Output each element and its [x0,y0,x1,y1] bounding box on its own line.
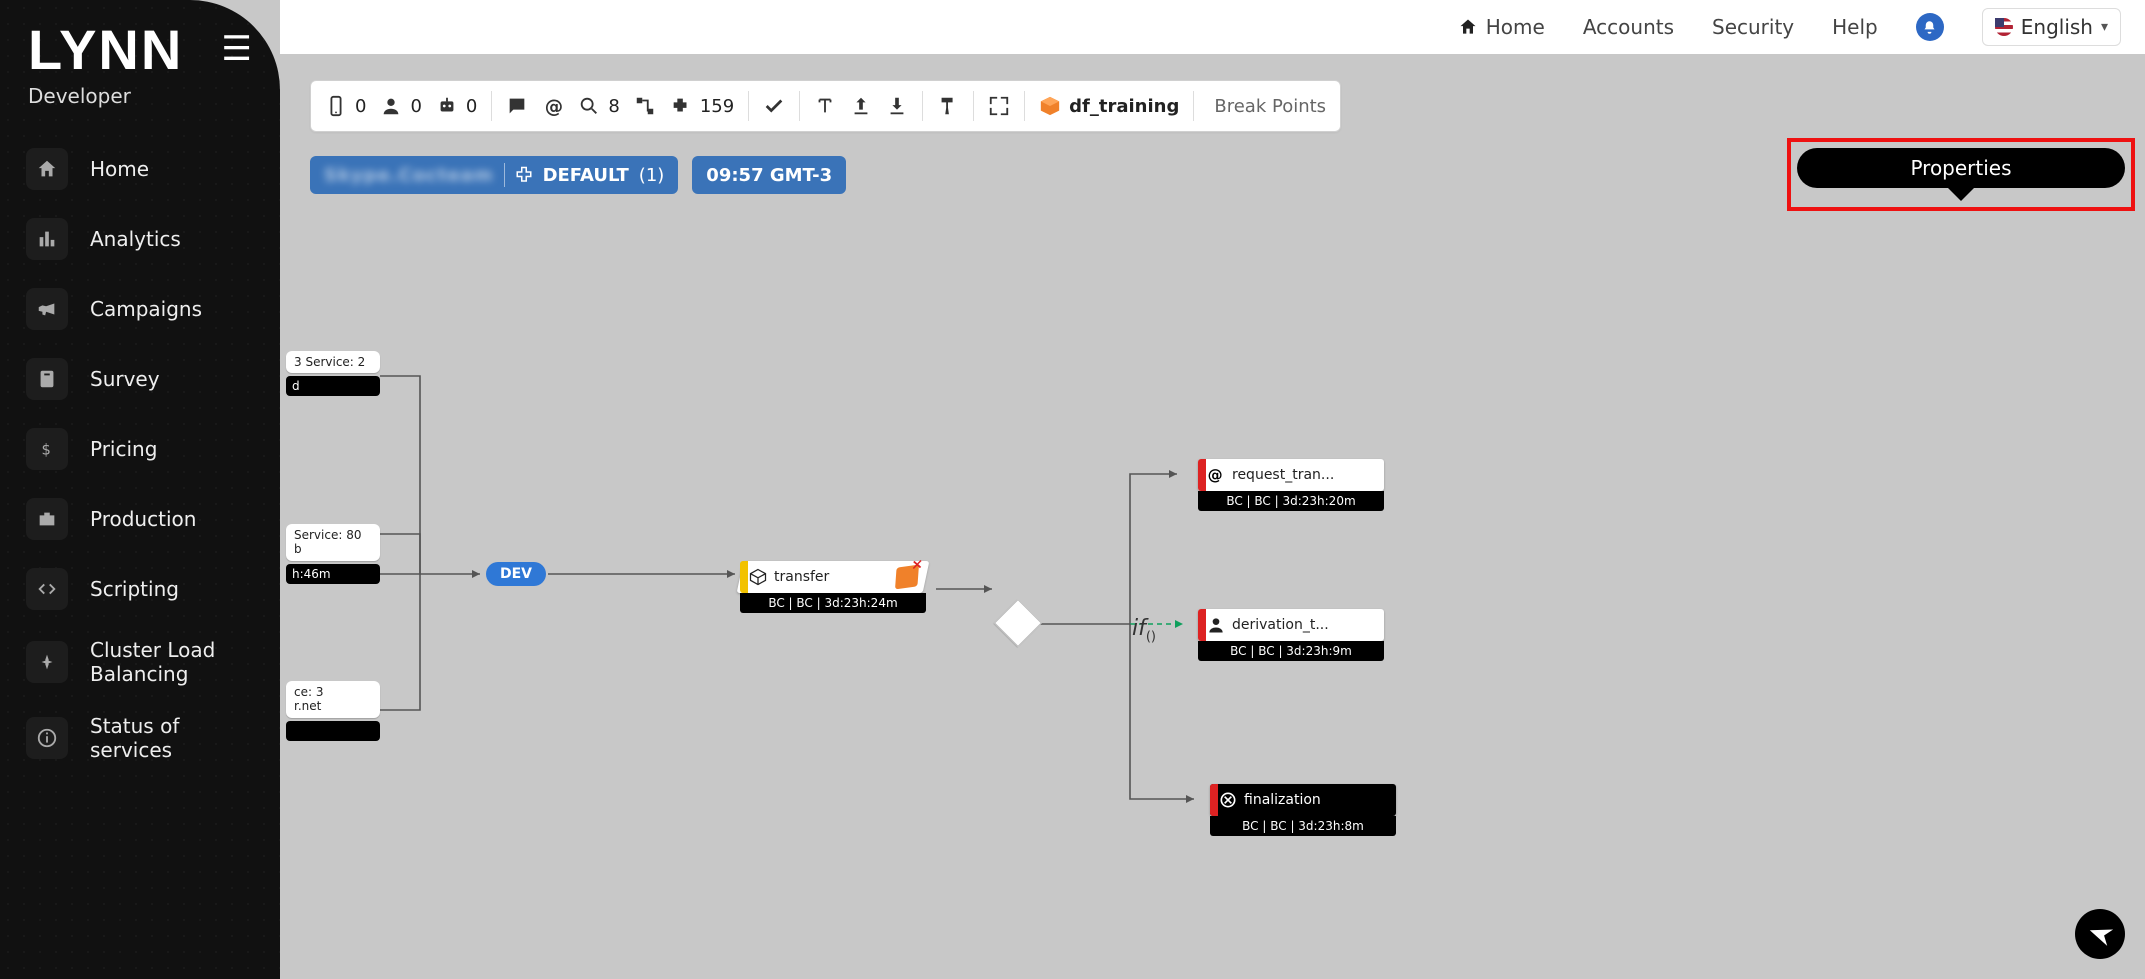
if-text: if [1132,616,1146,641]
agent-icon [1206,615,1226,635]
red-stripe [1198,609,1206,641]
sidebar-nav: Home Analytics Campaigns Survey $ Pricin… [0,134,280,776]
brand-role: Developer [0,84,280,134]
flow-edges [280,54,2145,979]
floating-action-button[interactable] [2075,909,2125,959]
node-transfer-title: transfer [774,569,829,585]
red-stripe [1210,784,1218,816]
node-finalization-sub: BC | BC | 3d:23h:8m [1210,816,1396,836]
node-transfer[interactable]: transfer BC | BC | 3d:23h:24m [740,561,926,613]
sidebar-item-analytics[interactable]: Analytics [18,204,262,274]
nav-help-label: Help [1832,15,1878,39]
clipboard-icon [26,358,68,400]
partial-node-3-line2: r.net [294,699,321,713]
node-finalization-title: finalization [1244,792,1321,808]
svg-text:$: $ [42,442,51,459]
nav-help[interactable]: Help [1832,15,1878,39]
partial-node-1[interactable]: 3 Service: 2 d [286,351,380,396]
sidebar-item-label: Campaigns [90,297,254,321]
briefcase-icon [26,498,68,540]
topbar: Home Accounts Security Help English ▾ [280,0,2145,54]
sidebar-item-cluster[interactable]: Cluster Load Balancing [18,624,262,700]
sidebar-item-survey[interactable]: Survey [18,344,262,414]
svg-text:@: @ [1208,466,1223,484]
sidebar: LYNN ☰ Developer Home Analytics Campaign… [0,0,280,979]
partial-node-2-line3: h:46m [286,564,380,584]
sidebar-item-label: Analytics [90,227,254,251]
node-request-title: request_tran... [1232,467,1334,483]
partial-node-2[interactable]: Service: 80b h:46m [286,524,380,584]
nav-security[interactable]: Security [1712,15,1794,39]
sidebar-item-label: Home [90,157,254,181]
sidebar-item-pricing[interactable]: $ Pricing [18,414,262,484]
nav-accounts[interactable]: Accounts [1583,15,1674,39]
partial-node-3-line3 [286,721,380,741]
nav-home[interactable]: Home [1458,15,1545,39]
node-request-sub: BC | BC | 3d:23h:20m [1198,491,1384,511]
language-selector[interactable]: English ▾ [1982,8,2121,46]
nav-home-label: Home [1486,15,1545,39]
at-icon: @ [1206,465,1226,485]
flow-canvas[interactable]: 3 Service: 2 d Service: 80b h:46m ce: 3r… [280,54,2145,979]
sidebar-item-home[interactable]: Home [18,134,262,204]
partial-node-2-line1: Service: 80 [294,528,361,542]
sidebar-item-label: Survey [90,367,254,391]
node-derivation-title: derivation_t... [1232,617,1329,633]
partial-node-2-line2: b [294,542,302,556]
flag-icon [1995,18,2013,36]
bell-icon [1922,20,1937,35]
close-circle-icon [1218,790,1238,810]
partial-node-3[interactable]: ce: 3r.net [286,681,380,741]
dev-label: DEV [500,566,532,582]
node-finalization[interactable]: finalization BC | BC | 3d:23h:8m [1210,784,1396,836]
partial-node-1-line1: 3 Service: 2 [286,351,380,373]
partial-node-3-line1: ce: 3 [294,685,323,699]
sidebar-item-label: Production [90,507,254,531]
node-transfer-sub: BC | BC | 3d:23h:24m [740,593,926,613]
hamburger-icon[interactable]: ☰ [222,38,252,62]
airplane-icon [2083,917,2116,950]
language-label: English [2021,15,2093,39]
sidebar-item-scripting[interactable]: Scripting [18,554,262,624]
sidebar-item-label: Pricing [90,437,254,461]
code-icon [26,568,68,610]
nav-security-label: Security [1712,15,1794,39]
notifications-button[interactable] [1916,13,1944,41]
dollar-icon: $ [26,428,68,470]
node-derivation-sub: BC | BC | 3d:23h:9m [1198,641,1384,661]
package-icon [895,565,919,590]
info-icon [26,717,68,759]
sidebar-item-status[interactable]: Status of services [18,700,262,776]
sidebar-item-label: Scripting [90,577,254,601]
chevron-down-icon: ▾ [2101,19,2108,35]
node-derivation[interactable]: derivation_t... BC | BC | 3d:23h:9m [1198,609,1384,661]
home-icon [1458,17,1478,37]
dev-node[interactable]: DEV [486,562,546,586]
nav-accounts-label: Accounts [1583,15,1674,39]
red-stripe [1198,459,1206,491]
home-icon [26,148,68,190]
node-request-tran[interactable]: @ request_tran... BC | BC | 3d:23h:20m [1198,459,1384,511]
partial-node-1-line2: d [286,376,380,396]
chart-icon [26,218,68,260]
cube-icon [748,567,768,587]
cluster-icon [26,641,68,683]
megaphone-icon [26,288,68,330]
sidebar-item-label: Status of services [90,714,254,762]
sidebar-item-label: Cluster Load Balancing [90,638,254,686]
sidebar-item-production[interactable]: Production [18,484,262,554]
brand-logo: LYNN [28,22,183,78]
if-label: if() [1132,612,1156,644]
transfer-stripe [740,561,748,593]
sidebar-item-campaigns[interactable]: Campaigns [18,274,262,344]
